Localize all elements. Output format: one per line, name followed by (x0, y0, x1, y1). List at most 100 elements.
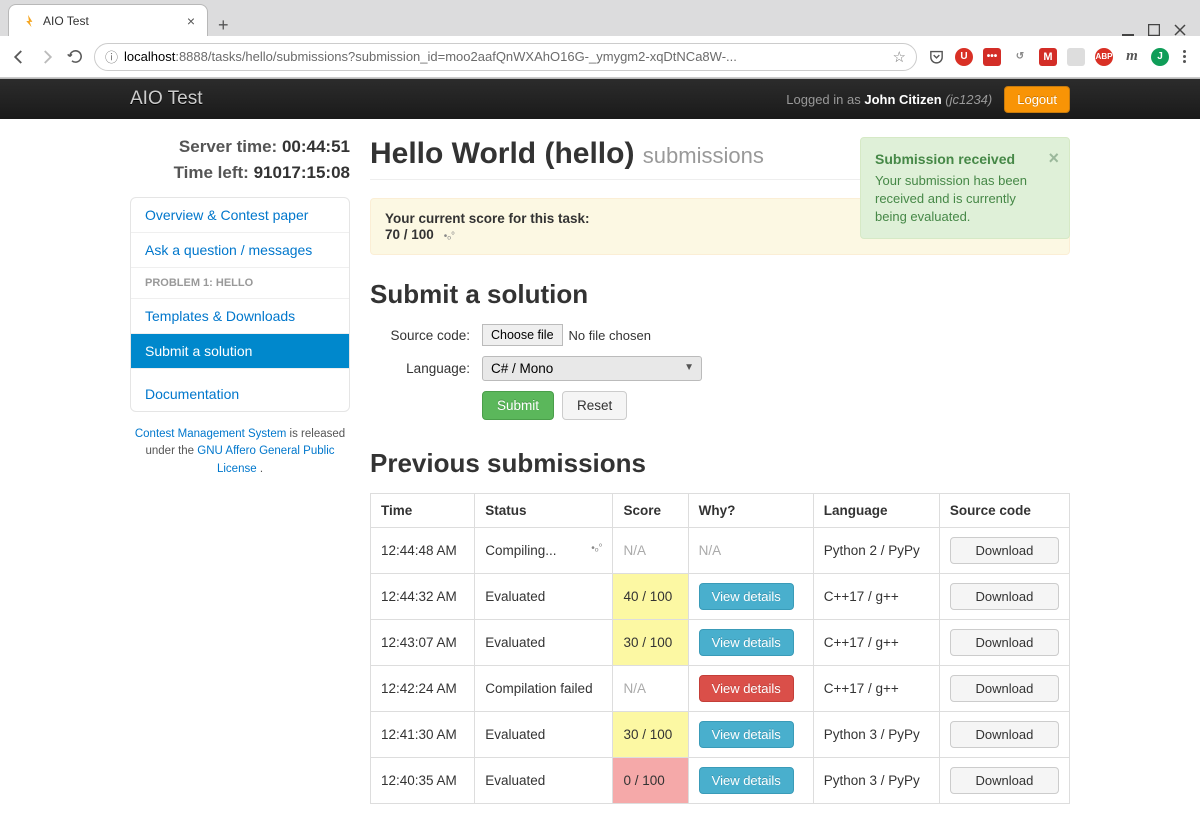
close-tab-icon[interactable]: × (187, 13, 195, 29)
m-icon[interactable]: m (1123, 48, 1141, 66)
sidebar-item-questions[interactable]: Ask a question / messages (131, 233, 349, 268)
browser-menu-icon[interactable] (1179, 50, 1190, 63)
alert-body: Your submission has been received and is… (875, 173, 1027, 224)
sidebar-item-submit[interactable]: Submit a solution (131, 334, 349, 369)
cell-why: View details (688, 666, 813, 712)
alert-close-icon[interactable]: × (1048, 146, 1059, 171)
col-language: Language (813, 494, 939, 528)
cell-score: N/A (613, 666, 688, 712)
col-time: Time (371, 494, 475, 528)
address-bar[interactable]: ⓘ localhost:8888/tasks/hello/submissions… (94, 43, 917, 71)
col-status: Status (475, 494, 613, 528)
userid: (jc1234) (945, 92, 992, 107)
download-button[interactable]: Download (950, 629, 1059, 656)
download-button[interactable]: Download (950, 721, 1059, 748)
info-icon[interactable]: ⓘ (105, 47, 118, 66)
tab-bar: AIO Test × + (0, 0, 1200, 36)
side-nav: Overview & Contest paper Ask a question … (130, 197, 350, 412)
maximize-icon[interactable] (1148, 24, 1160, 36)
sidebar: Server time: 00:44:51 Time left: 91017:1… (130, 137, 350, 824)
minimize-icon[interactable] (1122, 24, 1134, 36)
server-time-value: 00:44:51 (282, 137, 350, 156)
cell-why: View details (688, 712, 813, 758)
time-left-value: 91017:15:08 (254, 163, 350, 182)
new-tab-button[interactable]: + (208, 15, 239, 36)
cell-status: Evaluated (475, 574, 613, 620)
cell-language: C++17 / g++ (813, 666, 939, 712)
time-left-label: Time left: (174, 163, 249, 182)
lastpass-icon[interactable]: ••• (983, 48, 1001, 66)
choose-file-button[interactable]: Choose file (482, 324, 563, 346)
cell-download: Download (939, 620, 1069, 666)
cell-status: Compiling... •ₒ° (475, 528, 613, 574)
language-label: Language: (370, 361, 470, 376)
bookmark-icon[interactable]: ☆ (893, 48, 906, 66)
cell-score: 0 / 100 (613, 758, 688, 804)
brand[interactable]: AIO Test (130, 88, 203, 110)
file-status: No file chosen (569, 328, 651, 343)
sidebar-item-templates[interactable]: Templates & Downloads (131, 299, 349, 334)
cell-why: View details (688, 574, 813, 620)
cell-status: Compilation failed (475, 666, 613, 712)
download-button[interactable]: Download (950, 537, 1059, 564)
ext-icon-2[interactable] (1067, 48, 1085, 66)
page-subtitle: submissions (643, 143, 764, 168)
cell-time: 12:40:35 AM (371, 758, 475, 804)
mendeley-icon[interactable]: M (1039, 48, 1057, 66)
language-select[interactable]: C# / Mono (482, 356, 702, 381)
adblock-icon[interactable]: ABP (1095, 48, 1113, 66)
reset-button[interactable]: Reset (562, 391, 627, 420)
view-details-button[interactable]: View details (699, 583, 794, 610)
close-window-icon[interactable] (1174, 24, 1186, 36)
cell-time: 12:44:48 AM (371, 528, 475, 574)
cell-score: N/A (613, 528, 688, 574)
download-button[interactable]: Download (950, 583, 1059, 610)
cell-why: View details (688, 758, 813, 804)
submissions-table: Time Status Score Why? Language Source c… (370, 493, 1070, 804)
url-path: :8888/tasks/hello/submissions?submission… (175, 49, 737, 64)
history-icon[interactable]: ↺ (1011, 48, 1029, 66)
cell-time: 12:42:24 AM (371, 666, 475, 712)
view-details-button[interactable]: View details (699, 675, 794, 702)
sidebar-item-overview[interactable]: Overview & Contest paper (131, 198, 349, 233)
alert-submission-received: × Submission received Your submission ha… (860, 137, 1070, 239)
back-button[interactable] (10, 48, 28, 66)
cell-status: Evaluated (475, 758, 613, 804)
url-host: localhost (124, 49, 175, 64)
col-source: Source code (939, 494, 1069, 528)
forward-button (38, 48, 56, 66)
tab-title: AIO Test (43, 14, 89, 28)
browser-chrome: AIO Test × + ⓘ localhost:8888/tasks/hell… (0, 0, 1200, 79)
ublock-icon[interactable]: U (955, 48, 973, 66)
table-row: 12:44:32 AMEvaluated40 / 100View details… (371, 574, 1070, 620)
loading-spinner-icon: •ₒ° (591, 543, 602, 554)
cell-status: Evaluated (475, 712, 613, 758)
page-navbar: AIO Test Logged in as John Citizen (jc12… (0, 79, 1200, 119)
cell-language: Python 3 / PyPy (813, 712, 939, 758)
pocket-icon[interactable] (927, 48, 945, 66)
submit-button[interactable]: Submit (482, 391, 554, 420)
sidebar-item-docs[interactable]: Documentation (131, 377, 349, 411)
col-score: Score (613, 494, 688, 528)
logout-button[interactable]: Logout (1004, 86, 1070, 113)
cell-download: Download (939, 666, 1069, 712)
table-row: 12:40:35 AMEvaluated0 / 100View detailsP… (371, 758, 1070, 804)
table-row: 12:41:30 AMEvaluated30 / 100View details… (371, 712, 1070, 758)
alert-title: Submission received (875, 150, 1041, 170)
cms-link[interactable]: Contest Management System (135, 428, 287, 440)
profile-avatar[interactable]: J (1151, 48, 1169, 66)
cell-status: Evaluated (475, 620, 613, 666)
download-button[interactable]: Download (950, 675, 1059, 702)
table-header-row: Time Status Score Why? Language Source c… (371, 494, 1070, 528)
table-row: 12:43:07 AMEvaluated30 / 100View details… (371, 620, 1070, 666)
download-button[interactable]: Download (950, 767, 1059, 794)
server-time-label: Server time: (179, 137, 277, 156)
view-details-button[interactable]: View details (699, 767, 794, 794)
browser-toolbar: ⓘ localhost:8888/tasks/hello/submissions… (0, 36, 1200, 78)
view-details-button[interactable]: View details (699, 721, 794, 748)
reload-button[interactable] (66, 48, 84, 66)
browser-tab[interactable]: AIO Test × (8, 4, 208, 36)
license-link[interactable]: GNU Affero General Public License (197, 445, 334, 474)
view-details-button[interactable]: View details (699, 629, 794, 656)
cell-language: Python 2 / PyPy (813, 528, 939, 574)
